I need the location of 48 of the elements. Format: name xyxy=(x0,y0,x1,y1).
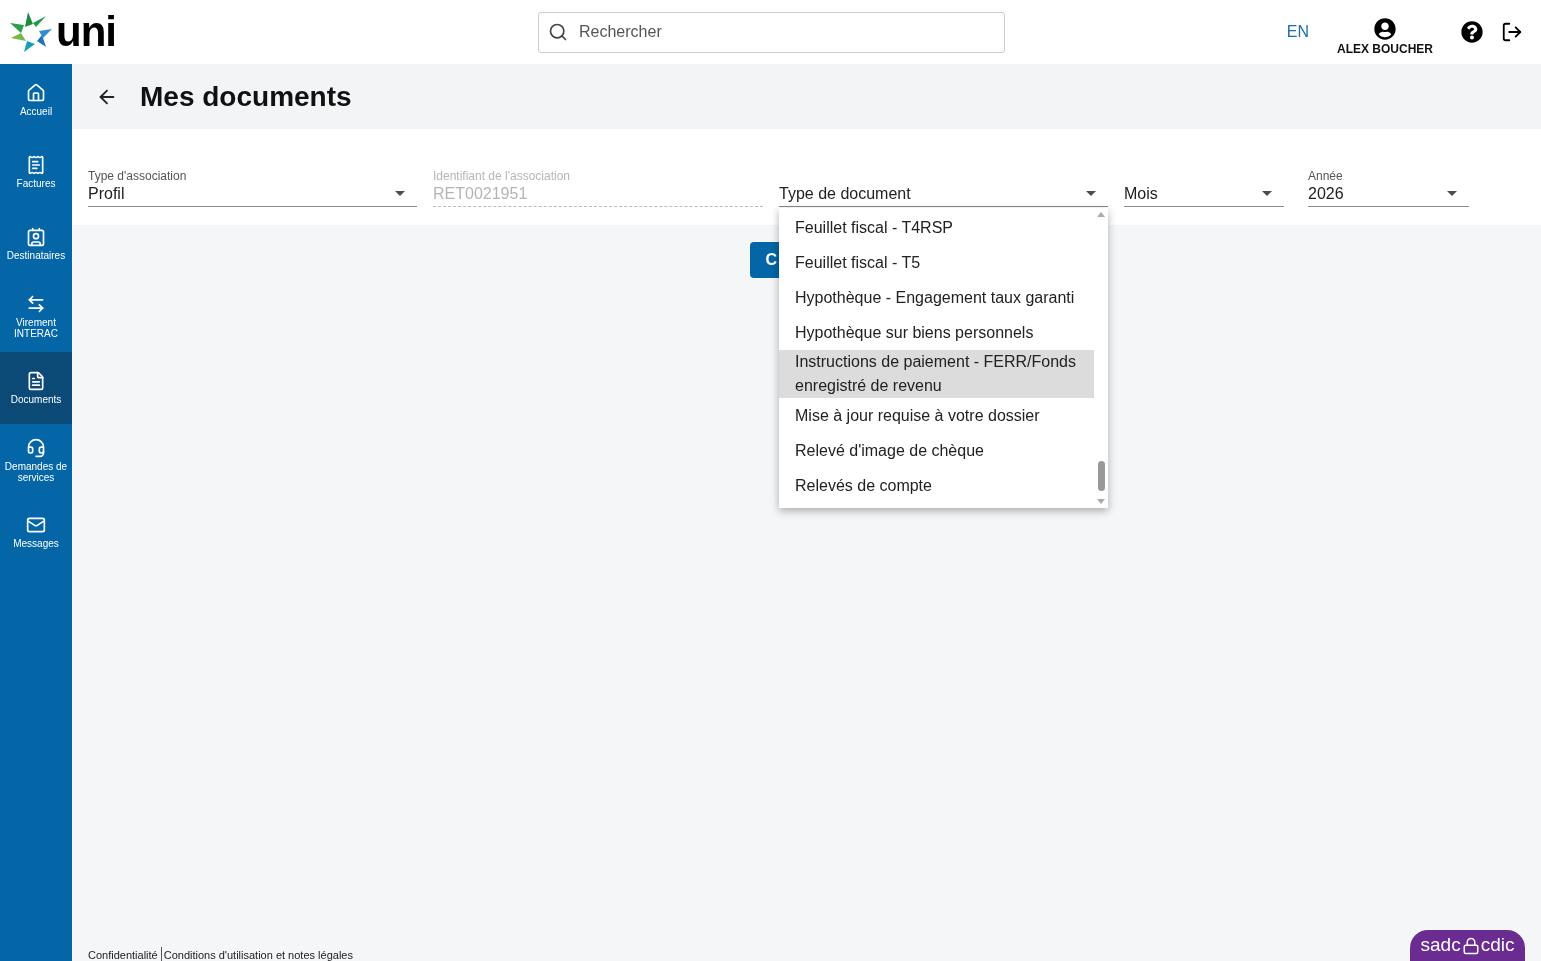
user-icon xyxy=(1374,18,1396,40)
footer-link[interactable]: Confidentialité xyxy=(88,946,158,961)
dropdown-option[interactable]: Relevé d'image de chèque xyxy=(779,433,1094,468)
logout-icon[interactable] xyxy=(1501,21,1523,43)
select-field[interactable]: Type de document xyxy=(779,181,1108,207)
select-field[interactable]: Mois xyxy=(1124,181,1284,207)
page-title: Mes documents xyxy=(140,79,352,114)
lock-icon xyxy=(1461,936,1480,955)
star-logo-icon xyxy=(8,11,54,53)
dropdown-caret-icon xyxy=(1447,191,1457,196)
user-menu[interactable]: ALEX BOUCHER xyxy=(1337,18,1433,58)
deposit-insurance-badge[interactable]: sadc cdic xyxy=(1410,930,1525,961)
dropdown-caret-icon xyxy=(395,191,405,196)
search-field[interactable]: Rechercher xyxy=(538,11,1005,53)
transfer-arrows-icon xyxy=(26,293,46,314)
dropdown-option[interactable]: Instructions de paiement - FERR/Fonds enregistré de revenu xyxy=(779,350,1094,398)
sidebar-item[interactable]: Destinataires xyxy=(0,208,72,280)
sidebar-item[interactable]: Documents xyxy=(0,352,72,424)
scrollbar-thumb[interactable] xyxy=(1097,461,1105,491)
receipt-icon xyxy=(26,155,46,175)
envelope-icon xyxy=(26,515,46,535)
sidebar-item[interactable]: Factures xyxy=(0,136,72,208)
document-icon xyxy=(26,371,46,391)
sidebar-item[interactable]: Messages xyxy=(0,496,72,568)
dropdown-option[interactable]: Feuillet fiscal - T4RSP xyxy=(779,210,1094,245)
logo-text: uni xyxy=(56,11,116,53)
home-icon xyxy=(26,83,46,103)
field-label: Identifiant de l'association xyxy=(433,169,571,183)
field-label: Type d'association xyxy=(88,169,187,183)
sidebar-item[interactable]: Demandes de services xyxy=(0,424,72,496)
search-icon xyxy=(548,21,568,42)
dropdown-caret-icon xyxy=(1086,191,1096,196)
language-link[interactable]: EN xyxy=(1286,20,1309,44)
dropdown-option[interactable]: Feuillet fiscal - T5 xyxy=(779,245,1094,280)
dropdown-option[interactable]: Relevés de compte xyxy=(779,468,1094,503)
service-icon xyxy=(26,437,46,458)
sidebar-item[interactable]: Accueil xyxy=(0,64,72,136)
dropdown-option[interactable]: Hypothèque sur biens personnels xyxy=(779,315,1094,350)
select-field[interactable]: 2026 xyxy=(1308,181,1469,207)
dropdown-caret-icon xyxy=(1262,191,1272,196)
contact-book-icon xyxy=(26,227,46,247)
sidebar-item[interactable]: Virement INTERAC xyxy=(0,280,72,352)
dropdown-option[interactable]: Mise à jour requise à votre dossier xyxy=(779,398,1094,433)
help-icon[interactable] xyxy=(1461,21,1483,43)
dropdown-option[interactable]: Hypothèque - Engagement taux garanti xyxy=(779,280,1094,315)
field-label: Année xyxy=(1308,169,1343,183)
footer-link[interactable]: Conditions d'utilisation et notes légales xyxy=(160,946,353,961)
logo[interactable]: uni xyxy=(8,11,130,53)
